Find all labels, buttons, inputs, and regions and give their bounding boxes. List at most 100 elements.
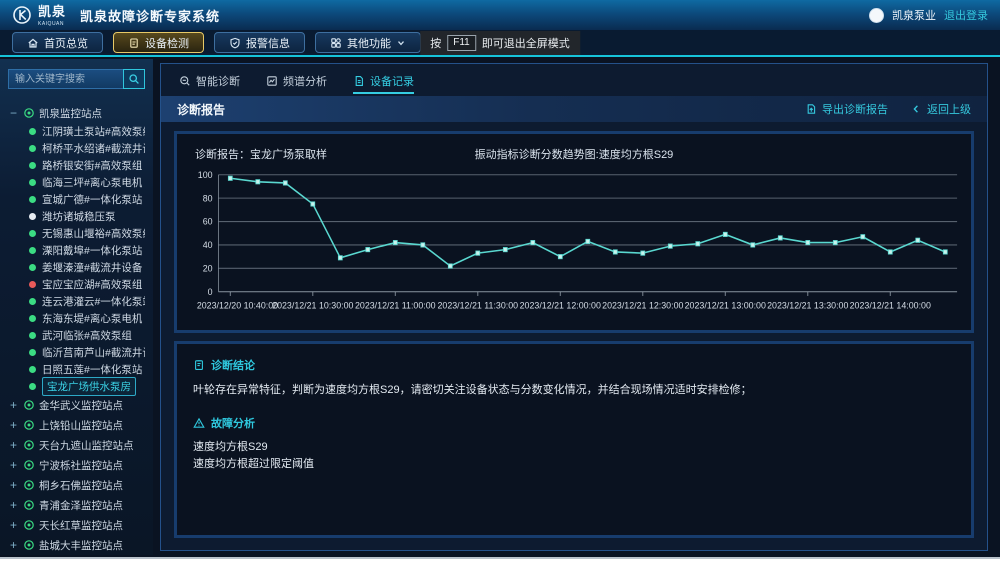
tree-leaf-label: 路桥银安街#高效泵组 bbox=[42, 158, 142, 173]
search-button[interactable] bbox=[123, 69, 145, 89]
tree-leaf-station[interactable]: 日照五莲#一体化泵站 bbox=[8, 361, 145, 378]
tree-leaf-station[interactable]: 连云港灌云#一体化泵站 bbox=[8, 293, 145, 310]
tree-leaf-station[interactable]: 东海东堤#离心泵电机 bbox=[8, 310, 145, 327]
status-dot-green bbox=[29, 315, 36, 322]
export-icon bbox=[805, 103, 817, 115]
status-dot-green bbox=[29, 332, 36, 339]
tree-leaf-label: 姜堰溱潼#截流井设备 bbox=[42, 260, 142, 275]
status-dot-green bbox=[29, 128, 36, 135]
conclusion-card: 诊断结论 叶轮存在异常特征，判断为速度均方根S29，请密切关注设备状态与分数变化… bbox=[174, 341, 974, 538]
nav-button-1[interactable]: 首页总览 bbox=[12, 32, 103, 53]
svg-text:2023/12/20 10:40:00: 2023/12/20 10:40:00 bbox=[197, 300, 278, 310]
diagnosis-tabs: 智能诊断 频谱分析 设备记录 bbox=[161, 64, 987, 94]
status-dot-green bbox=[29, 264, 36, 271]
expand-icon[interactable]: + bbox=[8, 420, 19, 431]
svg-text:2023/12/21 10:30:00: 2023/12/21 10:30:00 bbox=[272, 300, 353, 310]
svg-text:2023/12/21 14:00:00: 2023/12/21 14:00:00 bbox=[850, 300, 931, 310]
svg-text:0: 0 bbox=[208, 287, 213, 297]
chevron-left-icon bbox=[910, 103, 922, 115]
section-header: 诊断报告 导出诊断报告 返回上级 bbox=[161, 96, 987, 122]
chevron-down-icon bbox=[396, 38, 406, 48]
tree-leaf-station[interactable]: 宣城广德#一体化泵站 bbox=[8, 191, 145, 208]
status-dot-green bbox=[29, 383, 36, 390]
tree-root-station[interactable]: −凯泉监控站点 bbox=[8, 103, 145, 123]
location-pin-icon bbox=[23, 459, 35, 471]
toast-suffix: 即可退出全屏模式 bbox=[482, 35, 570, 51]
expand-icon[interactable]: + bbox=[8, 460, 19, 471]
expand-icon[interactable]: + bbox=[8, 540, 19, 551]
top-header: 凯泉 KAIQUAN 凯泉故障诊断专家系统 凯泉泵业 退出登录 bbox=[0, 0, 1000, 30]
expand-icon[interactable]: + bbox=[8, 480, 19, 491]
tab-2[interactable]: 频谱分析 bbox=[266, 74, 327, 94]
svg-text:60: 60 bbox=[203, 216, 213, 226]
tab-1[interactable]: 智能诊断 bbox=[179, 74, 240, 94]
tree-leaf-station[interactable]: 溧阳戴埠#一体化泵站 bbox=[8, 242, 145, 259]
tree-leaf-station[interactable]: 无锡惠山堰裕#高效泵组 bbox=[8, 225, 145, 242]
main-panel: 智能诊断 频谱分析 设备记录 诊断报告 导出诊断报告 返回上级 bbox=[160, 63, 988, 551]
tree-leaf-station[interactable]: 临海三坪#离心泵电机 bbox=[8, 174, 145, 191]
nav-button-3[interactable]: 报警信息 bbox=[214, 32, 305, 53]
svg-text:100: 100 bbox=[198, 170, 213, 180]
tree-leaf-station[interactable]: 武河临张#高效泵组 bbox=[8, 327, 145, 344]
tree-group-station[interactable]: + 青浦金泽监控站点 bbox=[8, 495, 145, 515]
tree-leaf-station[interactable]: 柯桥平水绍诸#截流井设备 bbox=[8, 140, 145, 157]
tree-group-label: 天长红草监控站点 bbox=[39, 518, 123, 533]
tree-leaf-label: 江阴璜土泵站#高效泵组 bbox=[42, 124, 145, 139]
sidebar: −凯泉监控站点江阴璜土泵站#高效泵组柯桥平水绍诸#截流井设备路桥银安街#高效泵组… bbox=[0, 59, 153, 555]
svg-text:2023/12/21 11:00:00: 2023/12/21 11:00:00 bbox=[355, 300, 436, 310]
main-navbar: 首页总览设备检测报警信息其他功能 按 F11 即可退出全屏模式 bbox=[0, 30, 1000, 57]
logout-link[interactable]: 退出登录 bbox=[944, 7, 988, 23]
logo-subtext: KAIQUAN bbox=[38, 21, 66, 27]
tree-group-station[interactable]: + 天长红草监控站点 bbox=[8, 515, 145, 535]
tree-leaf-label: 日照五莲#一体化泵站 bbox=[42, 362, 142, 377]
analysis-line: 速度均方根S29 bbox=[193, 439, 955, 457]
svg-text:40: 40 bbox=[203, 240, 213, 250]
tree-leaf-station[interactable]: 宝龙广场供水泵房 bbox=[8, 378, 145, 395]
tree-group-label: 青浦金泽监控站点 bbox=[39, 498, 123, 513]
back-button[interactable]: 返回上级 bbox=[910, 101, 971, 117]
app-window: 凯泉 KAIQUAN 凯泉故障诊断专家系统 凯泉泵业 退出登录 首页总览设备检测… bbox=[0, 0, 1000, 578]
back-label: 返回上级 bbox=[927, 101, 971, 117]
svg-text:2023/12/21 13:30:00: 2023/12/21 13:30:00 bbox=[767, 300, 848, 310]
expand-icon[interactable]: + bbox=[8, 520, 19, 531]
nav-button-4[interactable]: 其他功能 bbox=[315, 32, 421, 53]
fault-analysis-title: 故障分析 bbox=[211, 415, 255, 431]
tree-group-station[interactable]: +宁波栎社监控站点 bbox=[8, 455, 145, 475]
user-name: 凯泉泵业 bbox=[892, 7, 936, 23]
expand-icon[interactable]: + bbox=[8, 400, 19, 411]
tab-3[interactable]: 设备记录 bbox=[353, 74, 414, 94]
tree-leaf-label: 潍坊诸城稳压泵 bbox=[42, 209, 116, 224]
location-pin-icon bbox=[23, 399, 35, 411]
tree-group-station[interactable]: +金华武义监控站点 bbox=[8, 395, 145, 415]
nav-button-label: 其他功能 bbox=[347, 35, 391, 51]
tree-group-station[interactable]: +盐城大丰监控站点 bbox=[8, 535, 145, 555]
expand-icon[interactable]: + bbox=[8, 500, 19, 511]
tree-group-station[interactable]: +天台九遮山监控站点 bbox=[8, 435, 145, 455]
analysis-line: 速度均方根超过限定阈值 bbox=[193, 456, 955, 474]
status-dot-green bbox=[29, 366, 36, 373]
tree-leaf-station[interactable]: 江阴璜土泵站#高效泵组 bbox=[8, 123, 145, 140]
tree-leaf-station[interactable]: 路桥银安街#高效泵组 bbox=[8, 157, 145, 174]
export-report-button[interactable]: 导出诊断报告 bbox=[805, 101, 888, 117]
smart-diagnosis-icon bbox=[179, 75, 191, 87]
avatar[interactable] bbox=[869, 8, 884, 23]
search-icon bbox=[128, 73, 140, 85]
trend-line-chart[interactable]: 0204060801002023/12/20 10:40:002023/12/2… bbox=[185, 162, 963, 330]
tree-leaf-station[interactable]: 临沂莒南芦山#截流井设备 bbox=[8, 344, 145, 361]
toast-prefix: 按 bbox=[430, 35, 441, 51]
tree-group-station[interactable]: + 桐乡石佛监控站点 bbox=[8, 475, 145, 495]
tree-group-station[interactable]: +上饶铅山监控站点 bbox=[8, 415, 145, 435]
tree-leaf-station[interactable]: 宝应宝应湖#高效泵组 bbox=[8, 276, 145, 293]
collapse-icon[interactable]: − bbox=[8, 108, 19, 119]
tree-group-label: 桐乡石佛监控站点 bbox=[39, 478, 123, 493]
tree-leaf-label: 宣城广德#一体化泵站 bbox=[42, 192, 142, 207]
tab-label: 频谱分析 bbox=[283, 73, 327, 89]
tree-leaf-station[interactable]: 姜堰溱潼#截流井设备 bbox=[8, 259, 145, 276]
location-pin-icon bbox=[23, 439, 35, 451]
tree-leaf-station[interactable]: 潍坊诸城稳压泵 bbox=[8, 208, 145, 225]
location-pin-icon bbox=[23, 419, 35, 431]
expand-icon[interactable]: + bbox=[8, 440, 19, 451]
nav-button-2[interactable]: 设备检测 bbox=[113, 32, 204, 53]
search-input[interactable] bbox=[8, 69, 123, 89]
device-check-icon bbox=[128, 37, 140, 49]
